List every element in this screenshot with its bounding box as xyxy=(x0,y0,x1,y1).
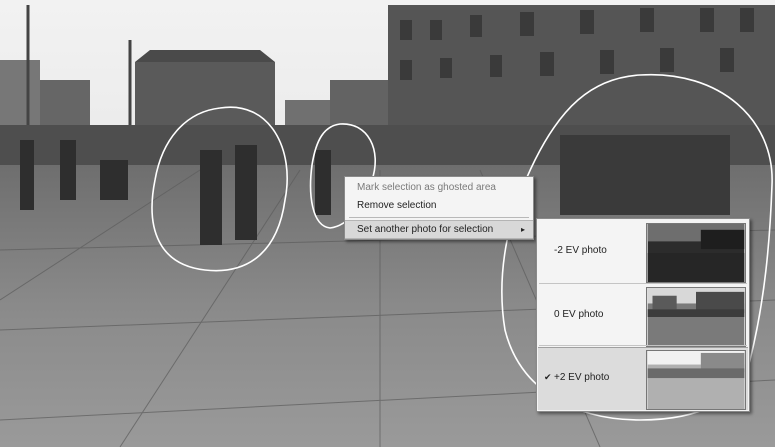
photo-thumbnail-0-ev xyxy=(646,287,746,347)
menu-separator xyxy=(349,217,529,218)
submenu-item-0-ev[interactable]: 0 EV photo xyxy=(538,285,748,347)
checkmark-icon: ✔ xyxy=(544,372,552,382)
menu-item-mark-ghosted[interactable]: Mark selection as ghosted area xyxy=(345,179,533,197)
photo-thumbnail-plus2-ev xyxy=(646,350,746,410)
photo-submenu: -2 EV photo 0 EV photo ✔ +2 EV photo xyxy=(536,218,750,412)
submenu-item-label: +2 EV photo xyxy=(554,372,610,383)
submenu-divider xyxy=(539,283,747,284)
submenu-divider xyxy=(539,345,747,346)
submenu-item-plus2-ev[interactable]: ✔ +2 EV photo xyxy=(538,347,748,410)
menu-item-remove-selection[interactable]: Remove selection xyxy=(345,197,533,215)
photo-thumbnail-minus2-ev xyxy=(646,223,746,283)
submenu-arrow-icon: ▸ xyxy=(520,225,525,234)
menu-item-label: Set another photo for selection xyxy=(357,224,494,235)
menu-item-set-another-photo[interactable]: Set another photo for selection ▸ xyxy=(345,220,533,239)
submenu-item-label: 0 EV photo xyxy=(554,309,604,320)
submenu-item-label: -2 EV photo xyxy=(554,245,607,256)
submenu-item-minus2-ev[interactable]: -2 EV photo xyxy=(538,221,748,283)
context-menu: Mark selection as ghosted area Remove se… xyxy=(344,176,534,240)
